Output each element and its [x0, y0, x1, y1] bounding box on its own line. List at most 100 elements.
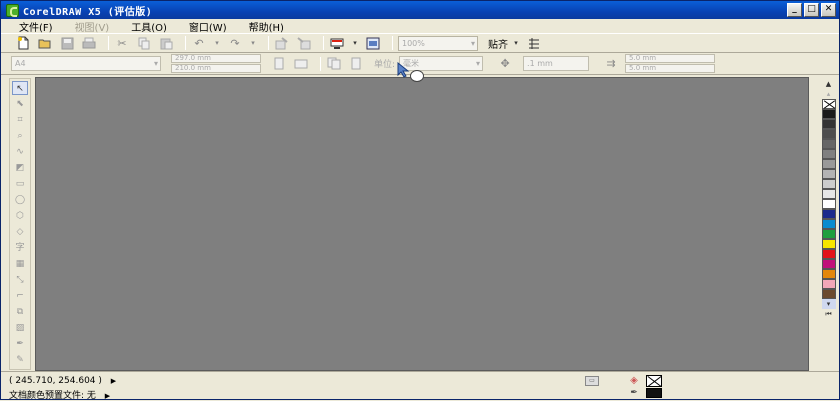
palette-swatch[interactable] — [821, 269, 836, 279]
redo-icon[interactable]: ↷ — [227, 35, 243, 51]
palette-swatch[interactable] — [821, 279, 836, 289]
palette-swatch[interactable] — [821, 289, 836, 299]
snap-to-label[interactable]: 贴齐 — [488, 36, 508, 51]
palette-swatch[interactable] — [821, 129, 836, 139]
status-info-icon[interactable]: ▭ — [585, 376, 599, 386]
undo-dropdown-icon[interactable]: ▾ — [213, 35, 221, 51]
application-launcher-dropdown-icon[interactable]: ▾ — [351, 35, 359, 51]
undo-icon[interactable]: ↶ — [191, 35, 207, 51]
shape-tool-icon[interactable]: ⬉ — [12, 97, 28, 111]
palette-swatch[interactable] — [821, 109, 836, 119]
table-tool-icon[interactable]: ▦ — [12, 257, 28, 271]
menu-view[interactable]: 视图(V) — [75, 19, 110, 34]
palette-swatches — [821, 109, 836, 299]
zoom-tool-icon[interactable]: ⌕ — [12, 129, 28, 143]
palette-swatch[interactable] — [821, 169, 836, 179]
outline-pen-icon[interactable]: ✒ — [627, 388, 641, 399]
paste-icon[interactable] — [158, 35, 174, 51]
status-bar: ( 245.710, 254.604 ) ▶ 文档颜色预置文件: 无 ▶ ▭ ◈… — [1, 371, 839, 401]
eyedropper-tool-icon[interactable]: ✒ — [12, 337, 28, 351]
save-icon[interactable] — [59, 35, 75, 51]
palette-swatch[interactable] — [821, 189, 836, 199]
smart-fill-tool-icon[interactable]: ◩ — [12, 161, 28, 175]
polygon-tool-icon[interactable]: ⬡ — [12, 209, 28, 223]
palette-swatch[interactable] — [821, 249, 836, 259]
application-launcher-icon[interactable] — [329, 35, 345, 51]
palette-swatch[interactable] — [821, 219, 836, 229]
mouse-cursor-icon — [397, 62, 410, 78]
title-bar[interactable]: CorelDRAW X5 (评估版) _ □ ✕ — [1, 1, 839, 19]
connector-tool-icon[interactable]: ⌐ — [12, 289, 28, 303]
nudge-distance-field[interactable]: .1 mm — [523, 56, 590, 71]
palette-swatch[interactable] — [821, 159, 836, 169]
rectangle-tool-icon[interactable]: ▭ — [12, 177, 28, 191]
welcome-screen-icon[interactable] — [365, 35, 381, 51]
transparency-tool-icon[interactable]: ▨ — [12, 321, 28, 335]
snap-dropdown-icon[interactable]: ▾ — [512, 35, 520, 51]
redo-dropdown-icon[interactable]: ▾ — [249, 35, 257, 51]
all-pages-icon[interactable] — [326, 56, 342, 72]
cut-icon[interactable]: ✂ — [114, 35, 130, 51]
copy-icon[interactable] — [136, 35, 152, 51]
palette-swatch[interactable] — [821, 149, 836, 159]
coords-expand-icon[interactable]: ▶ — [111, 377, 116, 385]
menu-help[interactable]: 帮助(H) — [249, 19, 284, 34]
menu-window[interactable]: 窗口(W) — [189, 19, 227, 34]
window-controls: _ □ ✕ — [787, 3, 836, 17]
duplicate-distance-icon: ⇉ — [606, 57, 616, 70]
units-select[interactable]: 毫米 — [399, 56, 484, 71]
profile-expand-icon[interactable]: ▶ — [105, 392, 110, 400]
new-icon[interactable] — [15, 35, 31, 51]
menu-file[interactable]: 文件(F) — [19, 19, 53, 34]
palette-expand-icon[interactable]: ▾ — [821, 299, 836, 309]
export-icon[interactable] — [296, 35, 312, 51]
duplicate-distance: 5.0 mm 5.0 mm — [625, 54, 716, 73]
minimize-button[interactable]: _ — [787, 3, 802, 17]
palette-swatch[interactable] — [821, 139, 836, 149]
palette-scroll-up-icon[interactable]: ▲ — [822, 79, 836, 89]
blend-tool-icon[interactable]: ⧉ — [12, 305, 28, 319]
duplicate-vertical-field[interactable]: 5.0 mm — [625, 64, 716, 73]
palette-swatch[interactable] — [821, 119, 836, 129]
fill-bucket-icon[interactable]: ◈ — [627, 375, 641, 387]
menu-bar: 文件(F) 视图(V) 工具(O) 窗口(W) 帮助(H) — [1, 19, 839, 34]
fill-none-swatch[interactable] — [646, 375, 662, 387]
units-label: 单位: — [374, 60, 396, 70]
pick-tool-icon[interactable]: ↖ — [12, 81, 28, 95]
zoom-level-select[interactable]: 100% — [398, 35, 478, 51]
palette-scroll-up-icon[interactable]: ▴ — [822, 89, 836, 99]
close-button[interactable]: ✕ — [821, 3, 836, 17]
crop-tool-icon[interactable]: ⌗ — [12, 113, 28, 127]
coreldraw-app-icon[interactable] — [6, 3, 19, 17]
drawing-workspace[interactable] — [35, 77, 809, 371]
snap-options-icon[interactable] — [526, 35, 542, 51]
ellipse-tool-icon[interactable]: ◯ — [12, 193, 28, 207]
portrait-icon[interactable] — [271, 56, 287, 72]
palette-swatch[interactable] — [821, 199, 836, 209]
text-tool-icon[interactable]: 字 — [12, 241, 28, 255]
dimension-tool-icon[interactable]: ⤡ — [12, 273, 28, 287]
basic-shapes-tool-icon[interactable]: ◇ — [12, 225, 28, 239]
palette-swatch[interactable] — [821, 229, 836, 239]
outline-tool-icon[interactable]: ✎ — [12, 353, 28, 367]
open-icon[interactable] — [37, 35, 53, 51]
menu-tools[interactable]: 工具(O) — [131, 19, 167, 34]
freehand-tool-icon[interactable]: ∿ — [12, 145, 28, 159]
page-size-select[interactable]: A4 — [11, 56, 161, 71]
palette-swatch[interactable] — [821, 239, 836, 249]
nudge-icon: ✥ — [500, 57, 510, 70]
page-height-field[interactable]: 210.0 mm — [171, 64, 261, 73]
palette-scroll-end-icon[interactable]: ⏮ — [822, 309, 836, 319]
palette-swatch[interactable] — [821, 209, 836, 219]
palette-swatch[interactable] — [821, 259, 836, 269]
page-width-field[interactable]: 297.0 mm — [171, 54, 261, 63]
import-icon[interactable] — [274, 35, 290, 51]
duplicate-horizontal-field[interactable]: 5.0 mm — [625, 54, 716, 63]
maximize-button[interactable]: □ — [804, 3, 819, 17]
current-page-icon[interactable] — [348, 56, 364, 72]
landscape-icon[interactable] — [293, 56, 309, 72]
print-icon[interactable] — [81, 35, 97, 51]
palette-swatch[interactable] — [821, 179, 836, 189]
outline-color-swatch[interactable] — [646, 388, 662, 398]
no-color-swatch[interactable] — [821, 99, 836, 109]
